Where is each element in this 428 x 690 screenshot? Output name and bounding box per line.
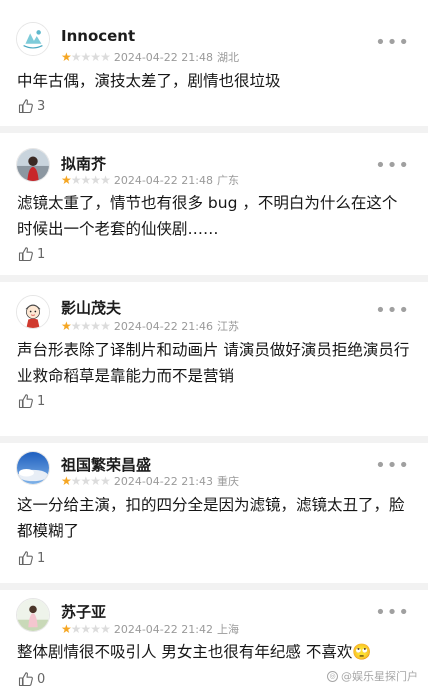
rating-row: ★ ★ ★ ★ ★ 2024-04-22 21:48 广东 (61, 173, 239, 188)
review-item: Innocent ★ ★ ★ ★ ★ 2024-04-22 21:48 湖北 ••• 中… (0, 0, 428, 126)
review-time: 2024-04-22 21:46 (113, 319, 213, 333)
like-button[interactable]: 3 (18, 97, 45, 115)
review-text: 整体剧情很不吸引人 男女主也很有年纪感 不喜欢🙄 (17, 639, 412, 665)
like-button[interactable]: 1 (18, 392, 45, 410)
review-location: 江苏 (216, 320, 239, 333)
star-rating: ★ ★ ★ ★ ★ (61, 622, 111, 636)
cartoon-avatar-icon (17, 296, 49, 328)
like-button[interactable]: 1 (18, 245, 45, 263)
review-time: 2024-04-22 21:42 (113, 622, 213, 636)
review-time: 2024-04-22 21:48 (113, 50, 213, 64)
review-divider (0, 436, 428, 443)
username[interactable]: 影山茂夫 (61, 297, 121, 318)
more-options-icon[interactable]: ••• (375, 604, 410, 622)
username[interactable]: 拟南芥 (61, 153, 106, 174)
logo-avatar-icon (17, 23, 49, 55)
more-options-icon[interactable]: ••• (375, 302, 410, 320)
star-rating: ★ ★ ★ ★ ★ (61, 173, 111, 187)
review-divider (0, 126, 428, 133)
review-item: 影山茂夫 ★ ★ ★ ★ ★ 2024-04-22 21:46 江苏 ••• 声台形表除… (0, 282, 428, 436)
review-location: 重庆 (216, 475, 239, 488)
more-options-icon[interactable]: ••• (375, 157, 410, 175)
review-time: 2024-04-22 21:43 (113, 474, 213, 488)
user-avatar[interactable] (16, 295, 50, 329)
person-avatar-icon (17, 149, 49, 181)
watermark: ◎ @娱乐星探门户 (327, 668, 418, 684)
like-count: 0 (37, 671, 46, 687)
review-text-content: 整体剧情很不吸引人 男女主也很有年纪感 不喜欢 (17, 643, 353, 661)
username[interactable]: 祖国繁荣昌盛 (61, 454, 151, 475)
sky-avatar-icon (17, 452, 49, 484)
user-avatar[interactable] (16, 148, 50, 182)
user-avatar[interactable] (16, 451, 50, 485)
thumbs-up-icon (18, 99, 33, 114)
rating-row: ★ ★ ★ ★ ★ 2024-04-22 21:42 上海 (61, 622, 239, 637)
rating-row: ★ ★ ★ ★ ★ 2024-04-22 21:43 重庆 (61, 474, 239, 489)
star-empty-icon: ★ (100, 173, 111, 187)
star-empty-icon: ★ (100, 474, 111, 488)
rating-row: ★ ★ ★ ★ ★ 2024-04-22 21:46 江苏 (61, 319, 239, 334)
like-button[interactable]: 0 (18, 670, 45, 688)
review-location: 上海 (216, 623, 239, 636)
user-avatar[interactable] (16, 598, 50, 632)
like-count: 1 (37, 550, 46, 566)
eye-roll-emoji-icon: 🙄 (352, 643, 372, 661)
review-text: 声台形表除了译制片和动画片 请演员做好演员拒绝演员行业救命稻草是靠能力而不是营销 (17, 341, 410, 385)
like-count: 3 (37, 98, 46, 114)
photo-avatar-icon (17, 599, 49, 631)
thumbs-up-icon (18, 394, 33, 409)
review-divider (0, 275, 428, 282)
username[interactable]: 苏子亚 (61, 601, 106, 622)
weibo-logo-icon: ◎ (327, 670, 338, 682)
review-text: 滤镜太重了，情节也有很多 bug ，不明白为什么在这个时候出一个老套的仙侠剧…… (17, 194, 398, 238)
review-text: 中年古偶，演技太差了，剧情也很垃圾 (17, 72, 281, 90)
review-item: 拟南芥 ★ ★ ★ ★ ★ 2024-04-22 21:48 广东 ••• 滤镜太重了，… (0, 133, 428, 275)
like-count: 1 (37, 246, 46, 262)
review-divider (0, 583, 428, 590)
username[interactable]: Innocent (61, 27, 135, 45)
star-empty-icon: ★ (100, 319, 111, 333)
watermark-text: @娱乐星探门户 (341, 670, 418, 683)
star-rating: ★ ★ ★ ★ ★ (61, 319, 111, 333)
review-time: 2024-04-22 21:48 (113, 173, 213, 187)
like-count: 1 (37, 393, 46, 409)
thumbs-up-icon (18, 672, 33, 687)
review-text: 这一分给主演，扣的四分全是因为滤镜，滤镜太丑了，脸都模糊了 (17, 496, 405, 540)
star-empty-icon: ★ (100, 622, 111, 636)
rating-row: ★ ★ ★ ★ ★ 2024-04-22 21:48 湖北 (61, 50, 239, 65)
review-location: 广东 (216, 174, 239, 187)
like-button[interactable]: 1 (18, 549, 45, 567)
star-rating: ★ ★ ★ ★ ★ (61, 474, 111, 488)
more-options-icon[interactable]: ••• (375, 34, 410, 52)
star-empty-icon: ★ (100, 50, 111, 64)
thumbs-up-icon (18, 247, 33, 262)
review-item: 祖国繁荣昌盛 ★ ★ ★ ★ ★ 2024-04-22 21:43 重庆 ••• 这一分… (0, 443, 428, 583)
review-location: 湖北 (216, 51, 239, 64)
user-avatar[interactable] (16, 22, 50, 56)
more-options-icon[interactable]: ••• (375, 457, 410, 475)
star-rating: ★ ★ ★ ★ ★ (61, 50, 111, 64)
thumbs-up-icon (18, 551, 33, 566)
